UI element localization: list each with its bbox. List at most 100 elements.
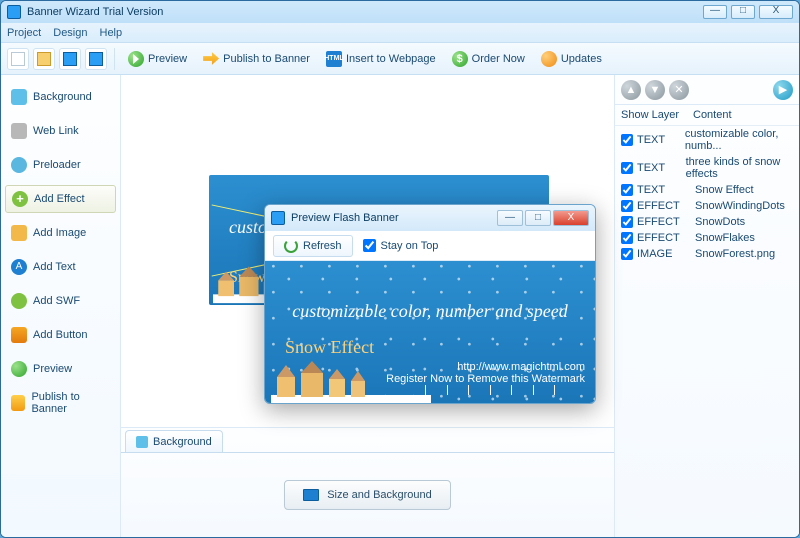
layer-visibility-checkbox[interactable] (621, 184, 633, 196)
dialog-toolbar: Refresh Stay on Top (265, 231, 595, 261)
preview-label: Preview (148, 53, 187, 65)
save-as-icon[interactable] (85, 48, 107, 70)
play-layer-icon[interactable]: ▶ (773, 80, 793, 100)
sidebar-item-add-image[interactable]: Add Image (5, 219, 116, 247)
layer-type: IMAGE (637, 248, 691, 260)
move-down-icon[interactable]: ▼ (645, 80, 665, 100)
dialog-close-button[interactable]: X (553, 210, 589, 226)
layer-visibility-checkbox[interactable] (621, 232, 633, 244)
layer-row[interactable]: EFFECTSnowFlakes (615, 230, 799, 246)
background-icon (11, 89, 27, 105)
layer-type: TEXT (637, 134, 681, 146)
layer-content: Snow Effect (695, 184, 754, 196)
move-up-icon[interactable]: ▲ (621, 80, 641, 100)
stay-on-top-input[interactable] (363, 239, 376, 252)
layer-row[interactable]: TEXT Snow Effect (615, 182, 799, 198)
sidebar-item-label: Preview (33, 363, 72, 375)
sidebar-item-add-swf[interactable]: Add SWF (5, 287, 116, 315)
monitor-icon (136, 436, 148, 448)
delete-layer-icon[interactable]: ✕ (669, 80, 689, 100)
open-file-icon[interactable] (33, 48, 55, 70)
preview-watermark: http://www.magichtml.com Register Now to… (386, 361, 585, 385)
layers-list: TEXTcustomizable color, numb... TEXTthre… (615, 126, 799, 537)
link-icon (11, 123, 27, 139)
sidebar-item-label: Add Image (33, 227, 86, 239)
preview-button[interactable]: Preview (122, 47, 193, 71)
size-background-label: Size and Background (327, 489, 432, 501)
sidebar-item-label: Web Link (33, 125, 79, 137)
preview-watermark-text: Register Now to Remove this Watermark (386, 373, 585, 385)
layer-row[interactable]: EFFECTSnowDots (615, 214, 799, 230)
sidebar-item-background[interactable]: Background (5, 83, 116, 111)
layer-visibility-checkbox[interactable] (621, 134, 633, 146)
layers-header-content: Content (693, 109, 732, 121)
layers-toolbar: ▲ ▼ ✕ ▶ (615, 75, 799, 105)
image-icon (11, 225, 27, 241)
minimize-button[interactable]: — (703, 5, 727, 19)
stay-on-top-checkbox[interactable]: Stay on Top (363, 239, 439, 252)
layer-row[interactable]: IMAGE SnowForest.png (615, 246, 799, 262)
preview-icon (11, 361, 27, 377)
sidebar-item-publish[interactable]: Publish to Banner (5, 389, 116, 417)
sidebar-item-add-effect[interactable]: Add Effect (5, 185, 116, 213)
layer-type: TEXT (637, 162, 682, 174)
preview-dialog[interactable]: Preview Flash Banner — □ X Refresh Stay … (264, 204, 596, 404)
order-button[interactable]: $ Order Now (446, 47, 531, 71)
dialog-titlebar[interactable]: Preview Flash Banner — □ X (265, 205, 595, 231)
close-button[interactable]: X (759, 5, 793, 19)
layer-row[interactable]: TEXT three kinds of snow effects (615, 154, 799, 182)
bottom-panel: Background Size and Background (121, 427, 614, 537)
menu-help[interactable]: Help (100, 27, 123, 39)
sidebar-item-preloader[interactable]: Preloader (5, 151, 116, 179)
layer-row[interactable]: TEXT customizable color, numb... (615, 126, 799, 154)
maximize-button[interactable]: □ (731, 5, 755, 19)
layer-content: customizable color, numb... (685, 128, 793, 152)
layer-type: TEXT (637, 184, 691, 196)
layer-visibility-checkbox[interactable] (621, 162, 633, 174)
layers-panel: ▲ ▼ ✕ ▶ Show Layer Content TEXTcustomiza… (614, 75, 799, 537)
effect-icon (12, 191, 28, 207)
tab-background[interactable]: Background (125, 430, 223, 452)
layer-row[interactable]: EFFECTSnowWindingDots (615, 198, 799, 214)
new-file-icon[interactable] (7, 48, 29, 70)
dollar-icon: $ (452, 51, 468, 67)
layer-visibility-checkbox[interactable] (621, 216, 633, 228)
sidebar-item-weblink[interactable]: Web Link (5, 117, 116, 145)
titlebar[interactable]: Banner Wizard Trial Version — □ X (1, 1, 799, 23)
dialog-maximize-button[interactable]: □ (525, 210, 551, 226)
layer-type: EFFECT (637, 216, 691, 228)
menu-project[interactable]: Project (7, 27, 41, 39)
dialog-app-icon (271, 211, 285, 225)
sidebar-item-label: Background (33, 91, 92, 103)
insert-label: Insert to Webpage (346, 53, 436, 65)
updates-button[interactable]: Updates (535, 47, 608, 71)
window-controls: — □ X (703, 5, 793, 19)
layer-content: three kinds of snow effects (686, 156, 793, 180)
app-icon (7, 5, 21, 19)
new-badge-icon (541, 51, 557, 67)
monitor-icon (303, 489, 319, 501)
sidebar: Background Web Link Preloader Add Effect… (1, 75, 121, 537)
html-icon: HTML (326, 51, 342, 67)
sidebar-item-add-button[interactable]: Add Button (5, 321, 116, 349)
refresh-button[interactable]: Refresh (273, 235, 353, 257)
dialog-minimize-button[interactable]: — (497, 210, 523, 226)
save-file-icon[interactable] (59, 48, 81, 70)
layer-visibility-checkbox[interactable] (621, 200, 633, 212)
dialog-preview-canvas: customizable color, number and speed Sno… (265, 261, 595, 403)
preview-fence-ticks (425, 385, 555, 395)
sidebar-item-add-text[interactable]: AAdd Text (5, 253, 116, 281)
publish-button[interactable]: Publish to Banner (197, 47, 316, 71)
sidebar-item-label: Add Button (33, 329, 87, 341)
swf-icon (11, 293, 27, 309)
sidebar-item-preview[interactable]: Preview (5, 355, 116, 383)
layer-visibility-checkbox[interactable] (621, 248, 633, 260)
order-label: Order Now (472, 53, 525, 65)
menu-design[interactable]: Design (53, 27, 87, 39)
play-icon (128, 51, 144, 67)
insert-button[interactable]: HTML Insert to Webpage (320, 47, 442, 71)
sidebar-item-label: Add Effect (34, 193, 85, 205)
window-title: Banner Wizard Trial Version (27, 6, 703, 18)
layer-content: SnowForest.png (695, 248, 775, 260)
size-background-button[interactable]: Size and Background (284, 480, 451, 510)
